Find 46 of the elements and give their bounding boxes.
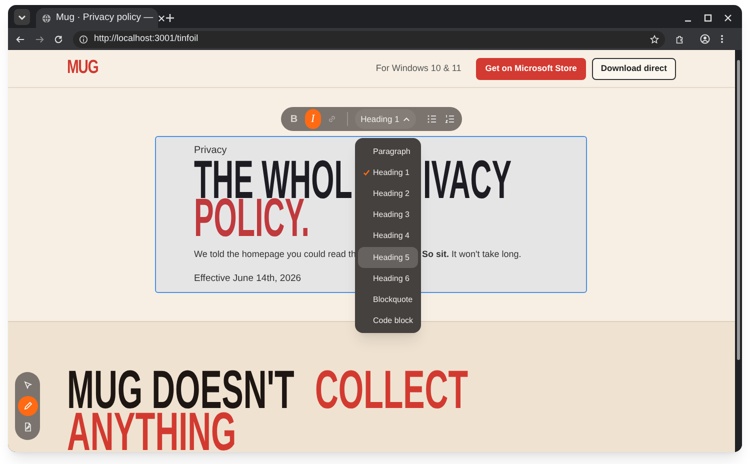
info-icon (79, 34, 88, 44)
pencil-icon (22, 400, 32, 411)
new-tab-icon[interactable] (166, 14, 174, 22)
more-icon[interactable] (720, 34, 724, 44)
maximize-icon[interactable] (704, 14, 712, 22)
scrollbar-thumb[interactable] (737, 60, 740, 360)
forward-icon[interactable] (35, 34, 44, 44)
puzzle-icon[interactable] (675, 34, 684, 44)
menu-item[interactable]: Heading 6 (358, 268, 418, 290)
menu-item[interactable]: Heading 5 (358, 246, 418, 268)
tab-title: Mug · Privacy policy — (56, 10, 154, 25)
scrollbar[interactable] (735, 50, 742, 452)
effective-date: Effective June 14th, 2026 (194, 272, 302, 286)
star-icon[interactable] (650, 34, 659, 44)
headline-text: ANYTHING (67, 410, 236, 452)
menu-item[interactable]: Heading 2 (358, 183, 418, 205)
checkmark-icon (363, 169, 370, 176)
menu-item[interactable]: Heading 4 (358, 226, 418, 247)
menu-item[interactable]: Heading 1 (358, 162, 418, 184)
menu-item[interactable]: Paragraph (358, 141, 418, 162)
pencil-tool-button[interactable] (18, 396, 38, 416)
intro-text: So sit. It won't take long. (422, 248, 522, 261)
headline-text: COLLECT (315, 368, 468, 412)
pointer-icon (22, 380, 32, 390)
logo[interactable]: MUG (67, 54, 98, 83)
tab-list-button[interactable] (14, 9, 30, 25)
globe-icon (42, 14, 51, 22)
store-button[interactable]: Get on Microsoft Store (476, 58, 586, 80)
link-icon (326, 114, 337, 124)
url-text: http://localhost:3001/tinfoil (94, 32, 200, 46)
back-icon[interactable] (16, 34, 25, 44)
headline-text: MUG DOESN'T (67, 368, 294, 412)
reload-icon[interactable] (54, 34, 63, 44)
menu-item[interactable]: Blockquote (358, 289, 418, 310)
menu-item[interactable]: Code block (358, 310, 418, 332)
menu-item[interactable]: Heading 3 (358, 204, 418, 226)
headline-text: IVACY (423, 158, 512, 202)
close-icon[interactable] (724, 14, 732, 22)
eyebrow-text: Privacy (194, 144, 227, 157)
address-bar[interactable]: http://localhost:3001/tinfoil (73, 30, 665, 48)
close-icon[interactable] (158, 14, 166, 22)
chevron-icon (403, 116, 410, 122)
profile-icon[interactable] (700, 34, 710, 44)
file-edit-icon (22, 422, 32, 432)
download-button[interactable]: Download direct (592, 58, 676, 80)
platform-note: For Windows 10 & 11 (376, 62, 462, 75)
